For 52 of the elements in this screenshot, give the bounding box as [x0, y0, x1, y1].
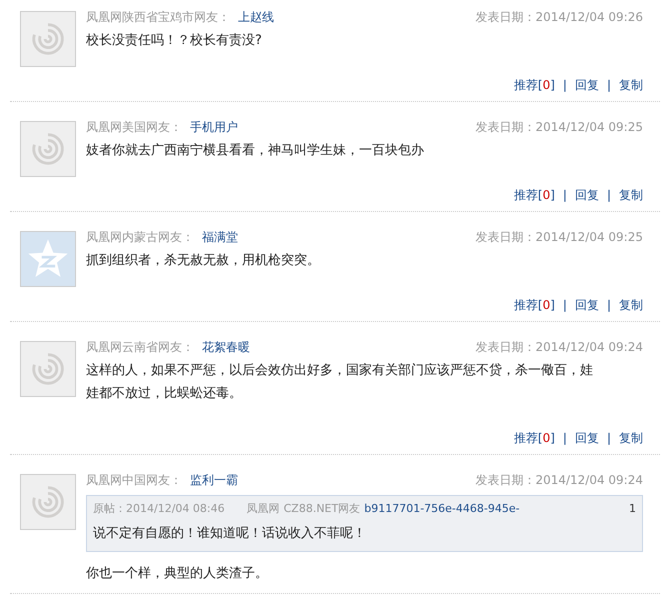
action-link[interactable]: 复制 [619, 77, 643, 93]
quote-date: 原帖：2014/12/04 08:46 [93, 501, 225, 517]
action-link[interactable]: 回复 [574, 297, 599, 313]
avatar[interactable] [20, 341, 76, 397]
action-link[interactable]: 回复 [574, 187, 599, 203]
action-link[interactable]: 复制 [619, 297, 643, 313]
username-link[interactable]: 花絮春暖 [202, 340, 250, 354]
username-link[interactable]: 监利一霸 [190, 473, 238, 487]
user-location: 凤凰网内蒙古网友： [86, 230, 194, 244]
recommend-link[interactable]: 推荐[0] [514, 187, 555, 203]
user-location: 凤凰网云南省网友： [86, 340, 194, 354]
comment-text: 你也一个样，典型的人类渣子。 [86, 565, 269, 583]
separator: | [606, 187, 611, 203]
comment-text: 这样的人，如果不严惩，以后会效仿出好多，国家有关部门应该严惩不贷，杀一儆百，娃 [86, 362, 594, 380]
separator: | [562, 430, 567, 446]
separator: | [606, 77, 611, 93]
separator: | [606, 430, 611, 446]
comment-text: 校长没责任吗！？校长有责没? [86, 32, 263, 50]
recommend-link[interactable]: 推荐[0] [514, 297, 555, 313]
avatar[interactable] [20, 474, 76, 530]
post-date: 发表日期：2014/12/04 09:24 [475, 472, 643, 488]
quote-source: 凤凰网 [246, 501, 280, 517]
quote-location: CZ88.NET网友 [284, 501, 360, 517]
username-link[interactable]: 手机用户 [190, 120, 238, 134]
avatar[interactable] [20, 11, 76, 67]
recommend-link[interactable]: 推荐[0] [514, 77, 555, 93]
avatar[interactable] [20, 231, 76, 287]
recommend-link[interactable]: 推荐[0] [514, 430, 555, 446]
separator: | [562, 187, 567, 203]
post-date: 发表日期：2014/12/04 09:26 [475, 9, 643, 25]
quote-text: 说不定有自愿的！谁知道呢！话说收入不菲呢！ [93, 525, 367, 543]
quote-username-link[interactable]: b9117701-756e-4468-945e- [364, 501, 520, 517]
comment-text: 妓者你就去广西南宁横县看看，神马叫学生妹，一百块包办 [86, 142, 425, 160]
post-date: 发表日期：2014/12/04 09:25 [475, 119, 643, 135]
separator: | [562, 297, 567, 313]
action-link[interactable]: 复制 [619, 430, 643, 446]
user-location: 凤凰网中国网友： [86, 473, 182, 487]
floor-number: 1 [629, 501, 636, 517]
action-link[interactable]: 回复 [574, 430, 599, 446]
action-link[interactable]: 回复 [574, 77, 599, 93]
comment-text: 抓到组织者，杀无赦无赦，用机枪突突。 [86, 252, 321, 270]
user-location: 凤凰网陕西省宝鸡市网友： [86, 10, 230, 24]
separator: | [606, 297, 611, 313]
username-link[interactable]: 上赵线 [238, 10, 274, 24]
avatar[interactable] [20, 121, 76, 177]
post-date: 发表日期：2014/12/04 09:24 [475, 339, 643, 355]
separator: | [562, 77, 567, 93]
comment-text: 娃都不放过，比蜈蚣还毒。 [86, 385, 243, 403]
username-link[interactable]: 福满堂 [202, 230, 238, 244]
post-date: 发表日期：2014/12/04 09:25 [475, 229, 643, 245]
action-link[interactable]: 复制 [619, 187, 643, 203]
user-location: 凤凰网美国网友： [86, 120, 182, 134]
